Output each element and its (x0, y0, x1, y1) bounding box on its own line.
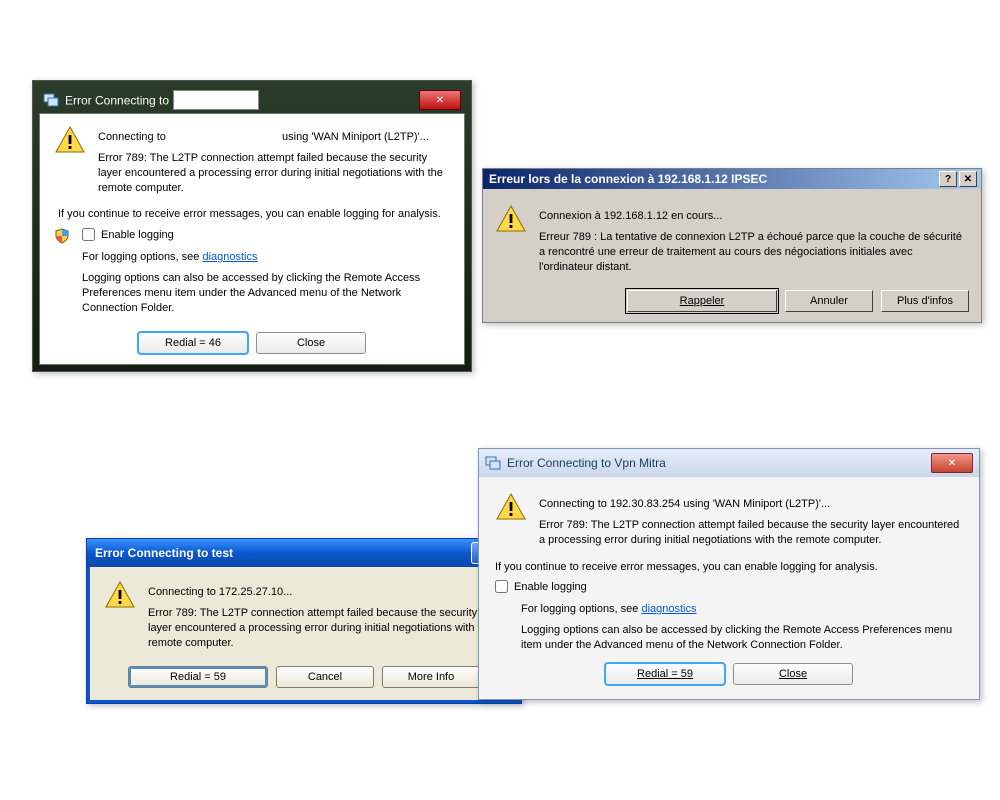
close-button[interactable]: Close (256, 332, 366, 354)
title-text: Error Connecting to Vpn Mitra (507, 456, 929, 470)
diag-prefix: For logging options, see (521, 603, 641, 615)
connecting-text-right: using 'WAN Miniport (L2TP)'... (282, 131, 429, 143)
dialog-error-2: Erreur lors de la connexion à 192.168.1.… (482, 168, 982, 323)
title-text: Erreur lors de la connexion à 192.168.1.… (489, 172, 937, 186)
close-icon[interactable]: ✕ (419, 90, 461, 110)
titlebar[interactable]: Erreur lors de la connexion à 192.168.1.… (483, 169, 981, 189)
dialog-error-3: Error Connecting to test ? ✕ Connecting … (86, 538, 522, 704)
more-info-button[interactable]: Plus d'infos (881, 290, 969, 312)
titlebar[interactable]: Error Connecting to test ? ✕ (87, 539, 521, 567)
titlebar[interactable]: Error Connecting to Vpn Mitra ✕ (479, 449, 979, 477)
close-button[interactable]: Close (733, 663, 853, 685)
connecting-text: Connecting to 192.30.83.254 using 'WAN M… (539, 497, 963, 512)
close-icon[interactable]: ✕ (959, 171, 977, 187)
app-icon (485, 454, 501, 473)
titlebar[interactable]: Error Connecting to ✕ (39, 87, 465, 113)
logging-options-text: Logging options can also be accessed by … (82, 271, 450, 316)
logging-options-text: Logging options can also be accessed by … (521, 623, 963, 653)
diag-prefix: For logging options, see (82, 251, 202, 263)
title-prefix: Error Connecting to (65, 94, 169, 108)
error-text: Error 789: The L2TP connection attempt f… (98, 151, 450, 196)
title-text: Error Connecting to test (95, 546, 469, 560)
warning-icon (495, 203, 527, 280)
more-info-button[interactable]: More Info (382, 666, 480, 688)
warning-icon (54, 124, 86, 201)
connecting-text: Connexion à 192.168.1.12 en cours... (539, 209, 969, 224)
enable-logging-label: Enable logging (514, 581, 587, 593)
continue-text: If you continue to receive error message… (58, 207, 450, 222)
connecting-text-left: Connecting to (98, 131, 166, 143)
cancel-button[interactable]: Cancel (276, 666, 374, 688)
close-icon[interactable]: ✕ (931, 453, 973, 473)
app-icon (43, 91, 59, 110)
enable-logging-label: Enable logging (101, 229, 174, 241)
redial-button[interactable]: Rappeler (627, 290, 777, 312)
dialog-error-1: Error Connecting to ✕ Connecting to usin… (32, 80, 472, 372)
cancel-button[interactable]: Annuler (785, 290, 873, 312)
diagnostics-link[interactable]: diagnostics (641, 603, 696, 615)
dialog-error-4: Error Connecting to Vpn Mitra ✕ Connecti… (478, 448, 980, 700)
help-icon[interactable]: ? (939, 171, 957, 187)
title-destination-field (173, 90, 259, 110)
connecting-text: Connecting to 172.25.27.10... (148, 585, 504, 600)
warning-icon (104, 579, 136, 656)
warning-icon (495, 491, 527, 554)
redial-button[interactable]: Redial = 59 (128, 666, 268, 688)
redial-button[interactable]: Redial = 46 (138, 332, 248, 354)
enable-logging-checkbox[interactable]: Enable logging (82, 228, 174, 241)
enable-logging-checkbox[interactable]: Enable logging (495, 580, 587, 593)
error-text: Error 789: The L2TP connection attempt f… (539, 518, 963, 548)
redial-button[interactable]: Redial = 59 (605, 663, 725, 685)
shield-icon (54, 228, 70, 244)
error-text: Erreur 789 : La tentative de connexion L… (539, 230, 969, 275)
continue-text: If you continue to receive error message… (495, 560, 963, 575)
error-text: Error 789: The L2TP connection attempt f… (148, 606, 504, 651)
diagnostics-link[interactable]: diagnostics (202, 251, 257, 263)
